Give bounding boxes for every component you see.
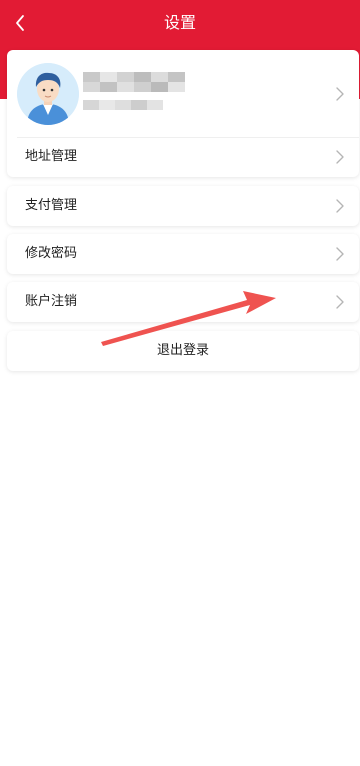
address-management-item[interactable]: 地址管理: [7, 137, 359, 177]
account-deactivation-item[interactable]: 账户注销: [7, 282, 359, 322]
payment-management-row[interactable]: 支付管理: [7, 186, 359, 226]
change-password-row[interactable]: 修改密码: [7, 234, 359, 274]
payment-management-label: 支付管理: [25, 198, 78, 213]
payment-management-item[interactable]: 支付管理: [7, 186, 359, 226]
top-bar: 设置: [0, 0, 360, 46]
profile-card: 地址管理: [7, 50, 359, 177]
chevron-right-icon: [336, 295, 344, 309]
change-password-item[interactable]: 修改密码: [7, 234, 359, 274]
user-name-blurred: [83, 72, 185, 92]
page-title: 设置: [163, 13, 196, 32]
account-deactivation-label: 账户注销: [25, 294, 78, 309]
address-management-label: 地址管理: [25, 149, 78, 164]
chevron-right-icon: [336, 247, 344, 261]
user-avatar-icon: [17, 63, 79, 125]
account-deactivation-row[interactable]: 账户注销: [7, 282, 359, 322]
chevron-right-icon: [336, 199, 344, 213]
chevron-right-icon: [336, 87, 344, 101]
profile-row[interactable]: [7, 50, 359, 137]
logout-button[interactable]: 退出登录: [7, 331, 359, 371]
user-subtitle-blurred: [83, 100, 163, 110]
chevron-right-icon: [336, 150, 344, 164]
change-password-label: 修改密码: [25, 246, 78, 261]
logout-label: 退出登录: [156, 343, 209, 358]
